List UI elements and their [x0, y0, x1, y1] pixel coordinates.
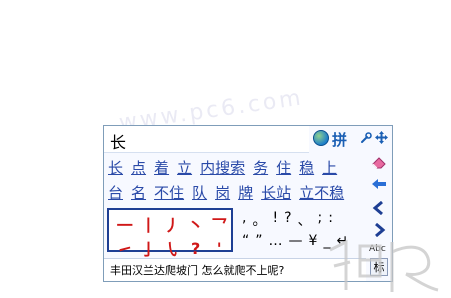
punctuation-key[interactable]: !	[272, 210, 278, 230]
candidate[interactable]: 立不稳	[299, 182, 344, 204]
candidate[interactable]: 牌	[238, 182, 253, 204]
candidate[interactable]: 队	[192, 182, 207, 204]
back-arrow-icon[interactable]	[371, 176, 387, 192]
stroke-key[interactable]: ?	[184, 236, 208, 260]
candidate[interactable]: 内搜索	[200, 157, 245, 179]
punctuation-key[interactable]: ,	[242, 210, 246, 230]
punctuation-key[interactable]: ”	[255, 233, 262, 253]
candidate[interactable]: 不住	[154, 182, 184, 204]
move-icon[interactable]	[374, 130, 389, 145]
punctuation-key[interactable]: ;	[318, 210, 323, 230]
watermark-logo	[329, 239, 439, 292]
candidate[interactable]: 长站	[261, 182, 291, 204]
candidate[interactable]: 住	[276, 157, 291, 179]
stroke-key[interactable]: ㇂	[160, 236, 184, 260]
stroke-key[interactable]: '	[207, 236, 231, 260]
eraser-icon[interactable]	[371, 154, 387, 170]
punctuation-row-1: , 。 ! ? 、 ; :	[242, 210, 333, 230]
punctuation-key[interactable]: ?	[284, 210, 291, 230]
composition-bar: 长	[104, 126, 309, 153]
globe-icon[interactable]	[313, 130, 329, 146]
candidate-row-2: 台 名 不住 队 岗 牌 长站 立不稳	[108, 182, 344, 204]
punctuation-key[interactable]: :	[328, 210, 333, 230]
candidate[interactable]: 上	[322, 157, 337, 179]
punctuation-key[interactable]: …	[269, 233, 283, 253]
composition-text: 长	[110, 133, 127, 152]
stroke-key[interactable]: 一	[113, 212, 137, 236]
pinyin-mode-label[interactable]: 拼	[332, 129, 347, 150]
stroke-key[interactable]: 丶	[184, 212, 208, 236]
punctuation-key[interactable]: 、	[298, 210, 312, 230]
candidate[interactable]: 台	[108, 182, 123, 204]
hint-text[interactable]: 丰田汉兰达爬坡门 怎么就爬不上呢?	[110, 262, 284, 278]
wrench-icon[interactable]	[360, 132, 372, 144]
stroke-key[interactable]: 亅	[137, 236, 161, 260]
stroke-key[interactable]: ㇀	[113, 236, 137, 260]
prev-page-icon[interactable]	[371, 200, 387, 216]
candidate[interactable]: 稳	[299, 157, 314, 179]
candidate[interactable]: 立	[177, 157, 192, 179]
punctuation-key[interactable]: 。	[252, 210, 266, 230]
candidate[interactable]: 点	[131, 157, 146, 179]
candidate[interactable]: 岗	[215, 182, 230, 204]
candidate-row-1: 长 点 着 立 内搜索 务 住 稳 上	[108, 157, 337, 179]
candidate[interactable]: 名	[131, 182, 146, 204]
stroke-keypad: 一 丨 丿 丶 乛 ㇀ 亅 ㇂ ? '	[107, 208, 233, 259]
stroke-key[interactable]: 丨	[137, 212, 161, 236]
punctuation-key[interactable]: —	[289, 233, 303, 253]
candidate[interactable]: 长	[108, 157, 123, 179]
candidate[interactable]: 着	[154, 157, 169, 179]
stroke-key[interactable]: 丿	[160, 212, 184, 236]
punctuation-key[interactable]: “	[242, 233, 249, 253]
stroke-key[interactable]: 乛	[207, 212, 231, 236]
punctuation-key[interactable]: ¥	[309, 233, 318, 253]
candidate[interactable]: 务	[253, 157, 268, 179]
